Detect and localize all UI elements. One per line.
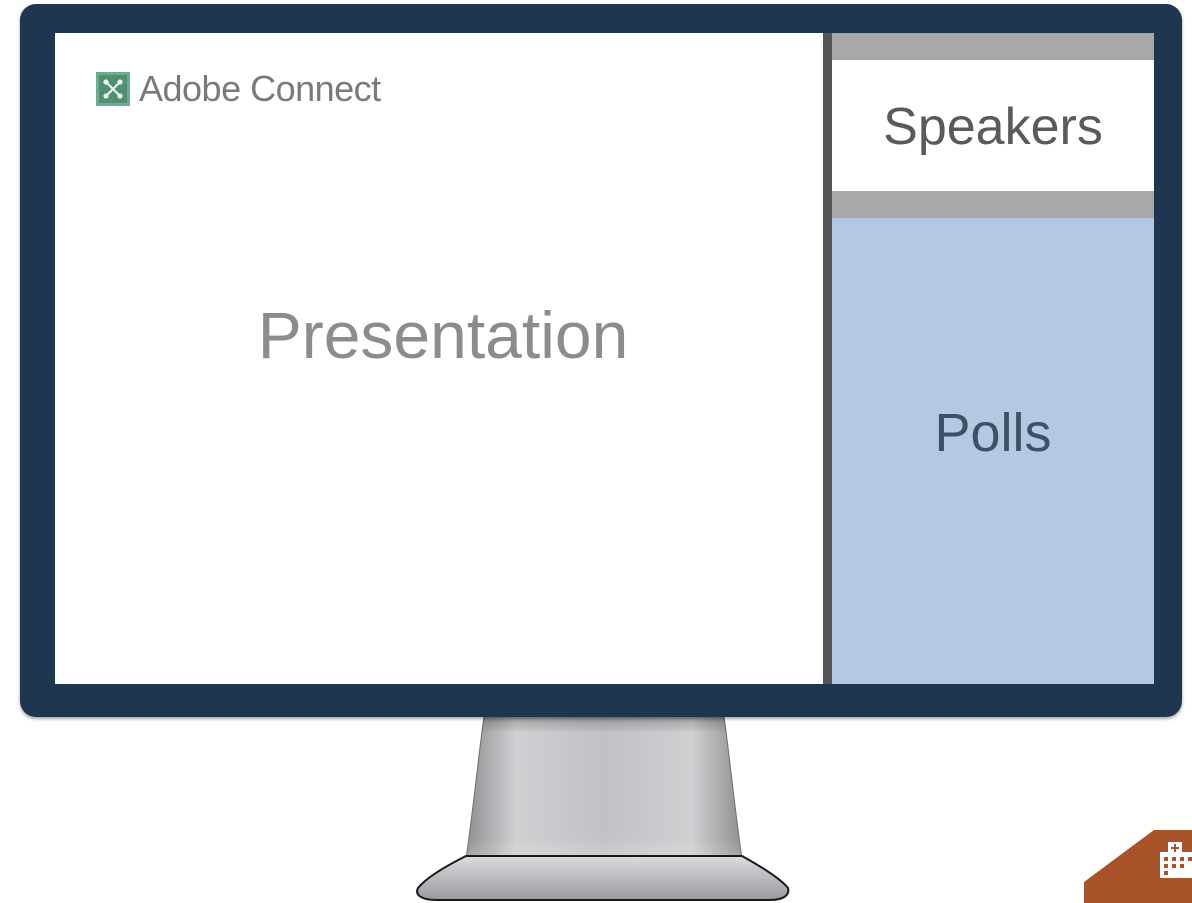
speakers-pod-label: Speakers [883, 98, 1103, 156]
brand: Adobe Connect [96, 71, 381, 107]
monitor-bezel: Adobe Connect Presentation Speakers Poll… [20, 4, 1182, 717]
brand-name: Adobe Connect [139, 68, 381, 109]
polls-pod[interactable]: Polls [832, 218, 1154, 684]
polls-pod-header-bar [832, 191, 1154, 218]
speakers-pod-header-bar [832, 33, 1154, 60]
speakers-pod[interactable]: Speakers [832, 60, 1154, 191]
presentation-pod-label: Presentation [257, 298, 629, 372]
polls-pod-label: Polls [934, 403, 1052, 463]
monitor-illustration: Adobe Connect Presentation Speakers Poll… [0, 0, 1192, 903]
presentation-pod[interactable]: Adobe Connect Presentation [55, 33, 823, 684]
meeting-room-layout: Adobe Connect Presentation Speakers Poll… [55, 33, 1154, 684]
adobe-connect-logo-icon [96, 72, 130, 106]
corner-badge [1084, 830, 1192, 903]
right-column: Speakers Polls [832, 33, 1154, 684]
pod-divider [823, 33, 832, 684]
